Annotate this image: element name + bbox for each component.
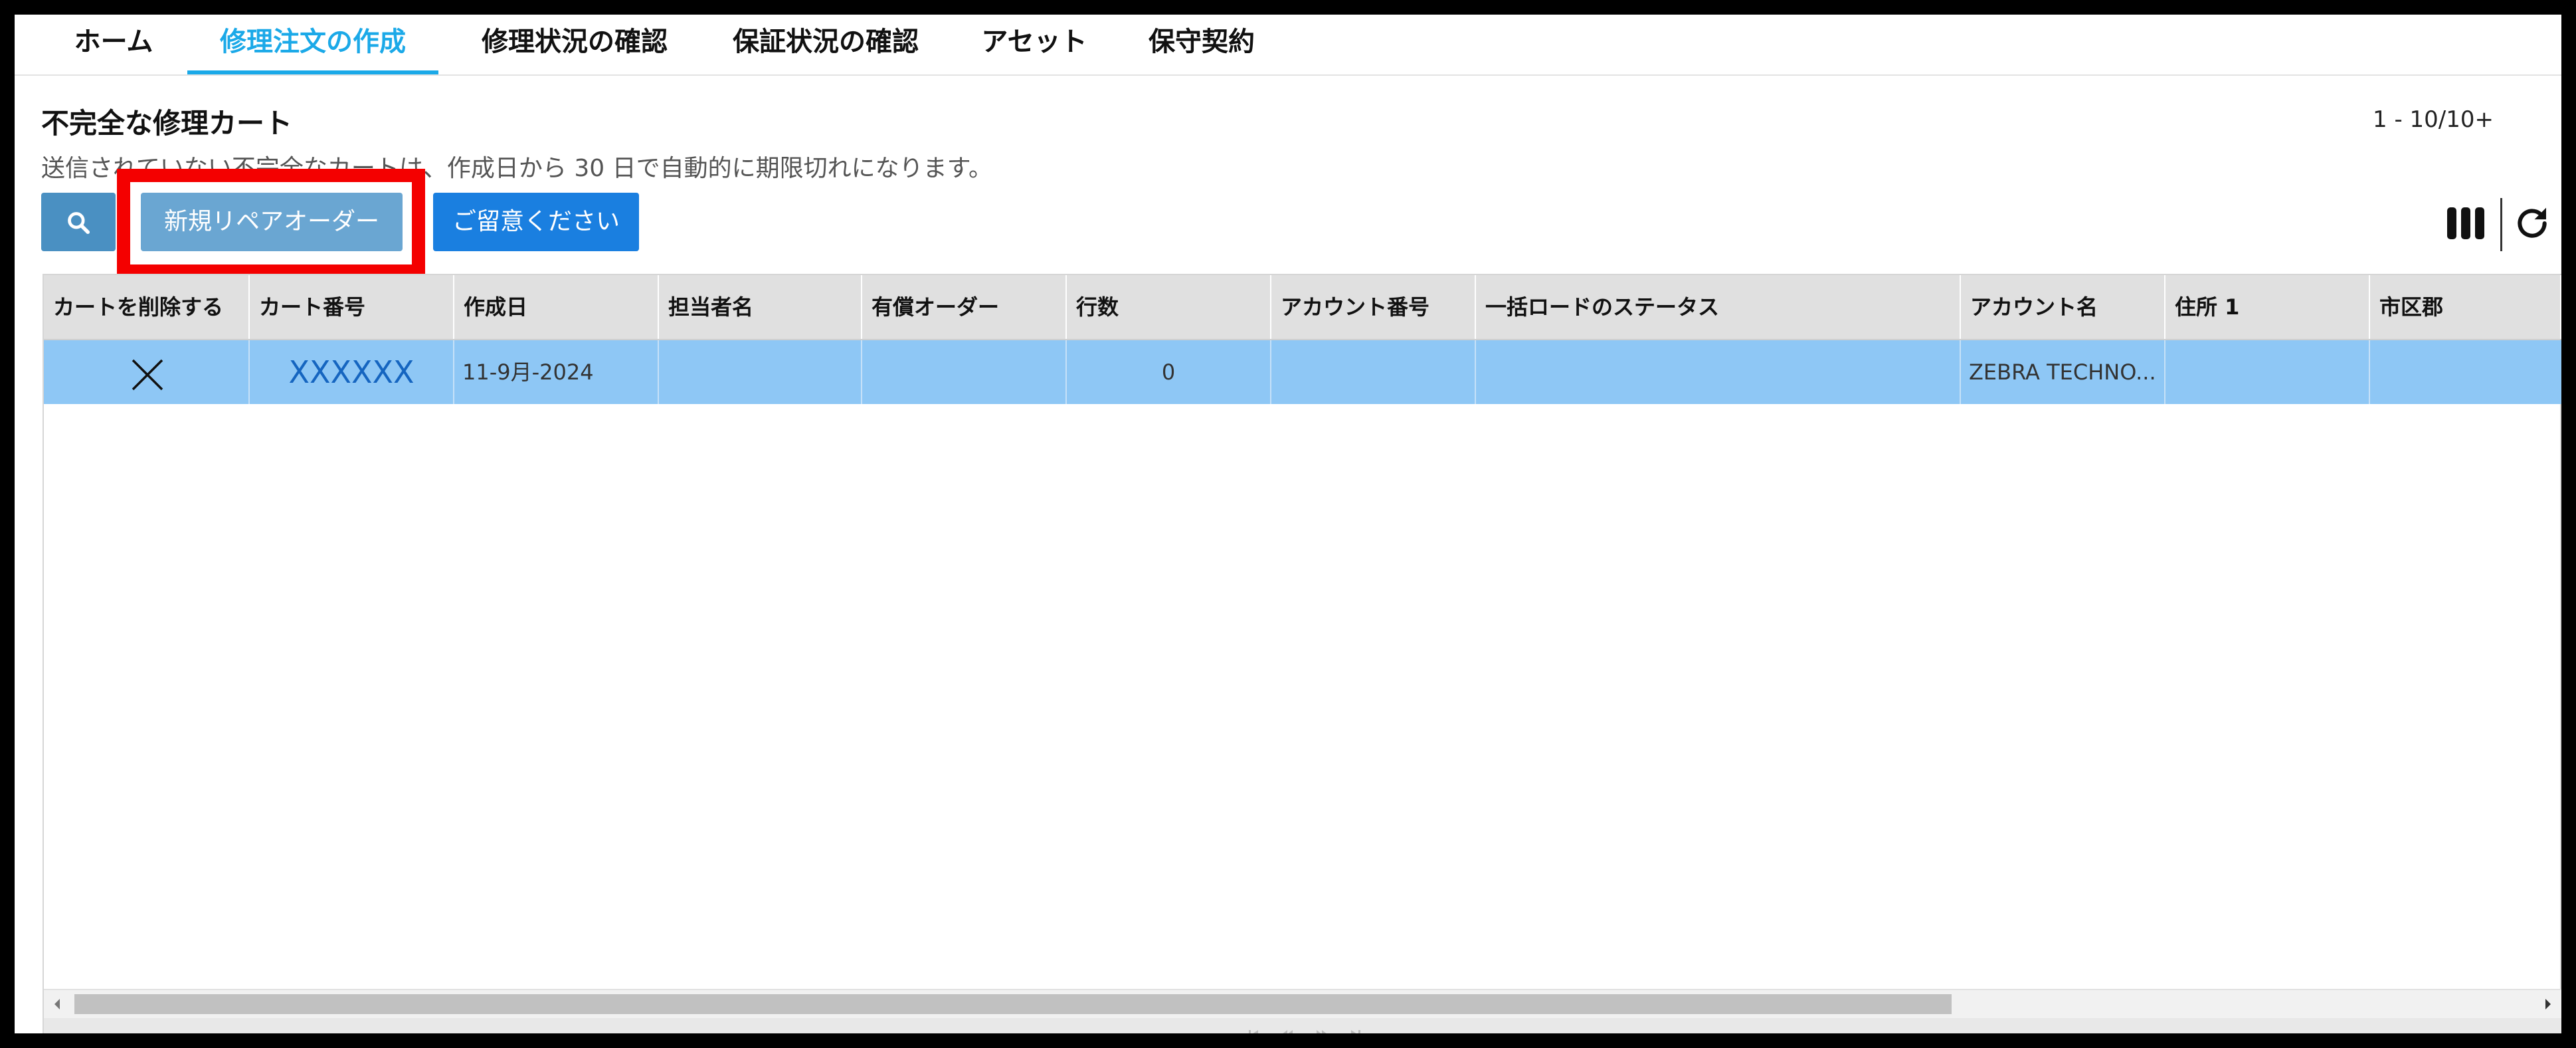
tab-home[interactable]: ホーム xyxy=(52,20,175,74)
scroll-left-arrow-icon[interactable] xyxy=(49,996,65,1013)
column-header-address1[interactable]: 住所 1 xyxy=(2165,275,2370,339)
pagination-bar xyxy=(44,1018,2561,1033)
column-header-city[interactable]: 市区郡 xyxy=(2370,275,2561,339)
page-title: 不完全な修理カート xyxy=(41,107,293,140)
column-header-contact-name[interactable]: 担当者名 xyxy=(659,275,862,339)
tab-maintenance-contracts[interactable]: 保守契約 xyxy=(1127,20,1277,74)
columns-icon[interactable] xyxy=(2446,207,2486,239)
table-row[interactable]: XXXXXX 11-9月-2024 0 ZEBRA TECHNO... xyxy=(44,340,2561,404)
refresh-icon[interactable] xyxy=(2514,205,2551,242)
toolbar-divider xyxy=(2500,198,2502,251)
previous-page-icon[interactable] xyxy=(1279,1030,1295,1033)
grid-header: カートを削除する カート番号 作成日 担当者名 有償オーダー 行数 アカウント番… xyxy=(44,275,2561,340)
first-page-icon[interactable] xyxy=(1246,1030,1262,1033)
cart-grid: カートを削除する カート番号 作成日 担当者名 有償オーダー 行数 アカウント番… xyxy=(43,274,2561,1033)
tab-repair-status[interactable]: 修理状況の確認 xyxy=(458,20,691,74)
paid-order-cell xyxy=(862,340,1067,404)
column-header-paid-order[interactable]: 有償オーダー xyxy=(862,275,1067,339)
delete-cell xyxy=(44,340,250,404)
column-header-line-count[interactable]: 行数 xyxy=(1067,275,1271,339)
city-cell xyxy=(2370,340,2561,404)
close-icon[interactable] xyxy=(130,358,165,392)
search-icon xyxy=(68,212,90,235)
column-header-created-date[interactable]: 作成日 xyxy=(454,275,659,339)
last-page-icon[interactable] xyxy=(1347,1030,1363,1033)
notice-button[interactable]: ご留意ください xyxy=(433,193,639,251)
column-header-delete[interactable]: カートを削除する xyxy=(44,275,250,339)
record-count: 1 - 10/10+ xyxy=(2373,106,2494,133)
column-header-bulk-load-status[interactable]: 一括ロードのステータス xyxy=(1476,275,1961,339)
tab-create-repair-order[interactable]: 修理注文の作成 xyxy=(187,20,438,74)
line-count-cell: 0 xyxy=(1067,340,1271,404)
address1-cell xyxy=(2165,340,2370,404)
created-date-cell: 11-9月-2024 xyxy=(454,340,659,404)
account-name-cell: ZEBRA TECHNO... xyxy=(1961,340,2165,404)
column-header-account-number[interactable]: アカウント番号 xyxy=(1271,275,1476,339)
main-tabs: ホーム 修理注文の作成 修理状況の確認 保証状況の確認 アセット 保守契約 xyxy=(15,15,2561,76)
account-number-cell xyxy=(1271,340,1476,404)
scrollbar-thumb[interactable] xyxy=(74,994,1952,1014)
tab-warranty-status[interactable]: 保証状況の確認 xyxy=(709,20,942,74)
search-button[interactable] xyxy=(41,193,116,251)
scroll-right-arrow-icon[interactable] xyxy=(2540,996,2556,1013)
contact-name-cell xyxy=(659,340,862,404)
cart-number-link[interactable]: XXXXXX xyxy=(250,340,454,404)
tab-assets[interactable]: アセット xyxy=(959,20,1109,74)
bulk-status-cell xyxy=(1476,340,1961,404)
highlight-annotation xyxy=(117,169,425,278)
horizontal-scrollbar[interactable] xyxy=(44,989,2561,1018)
column-header-account-name[interactable]: アカウント名 xyxy=(1961,275,2165,339)
column-header-cart-number[interactable]: カート番号 xyxy=(250,275,454,339)
app-frame: ホーム 修理注文の作成 修理状況の確認 保証状況の確認 アセット 保守契約 不完… xyxy=(15,15,2561,1033)
next-page-icon[interactable] xyxy=(1314,1030,1330,1033)
